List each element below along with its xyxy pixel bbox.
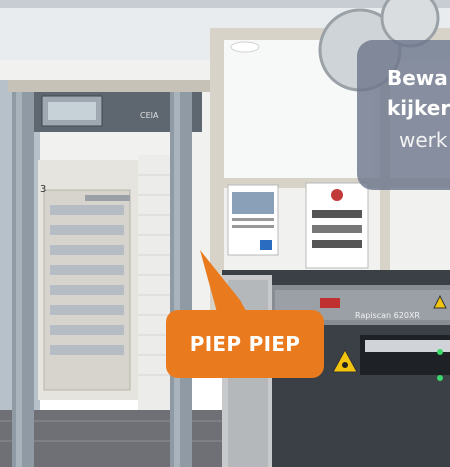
- piep-piep-callout: PIEP PIEP: [166, 310, 324, 378]
- info-line-1: Bewa: [387, 66, 448, 90]
- scanner-label: Rapiscan 620XR: [355, 311, 420, 320]
- callout-text: PIEP PIEP: [189, 332, 301, 356]
- far-door: 3: [38, 160, 138, 400]
- poster-right: [305, 182, 369, 269]
- door-number: 3: [40, 184, 46, 195]
- info-overlay-box: Bewa kijker werk: [357, 40, 450, 190]
- info-line-3: werk: [399, 128, 448, 152]
- info-line-2: kijker: [387, 96, 450, 120]
- detector-brand: CEIA: [140, 111, 159, 120]
- poster-left: [227, 184, 279, 256]
